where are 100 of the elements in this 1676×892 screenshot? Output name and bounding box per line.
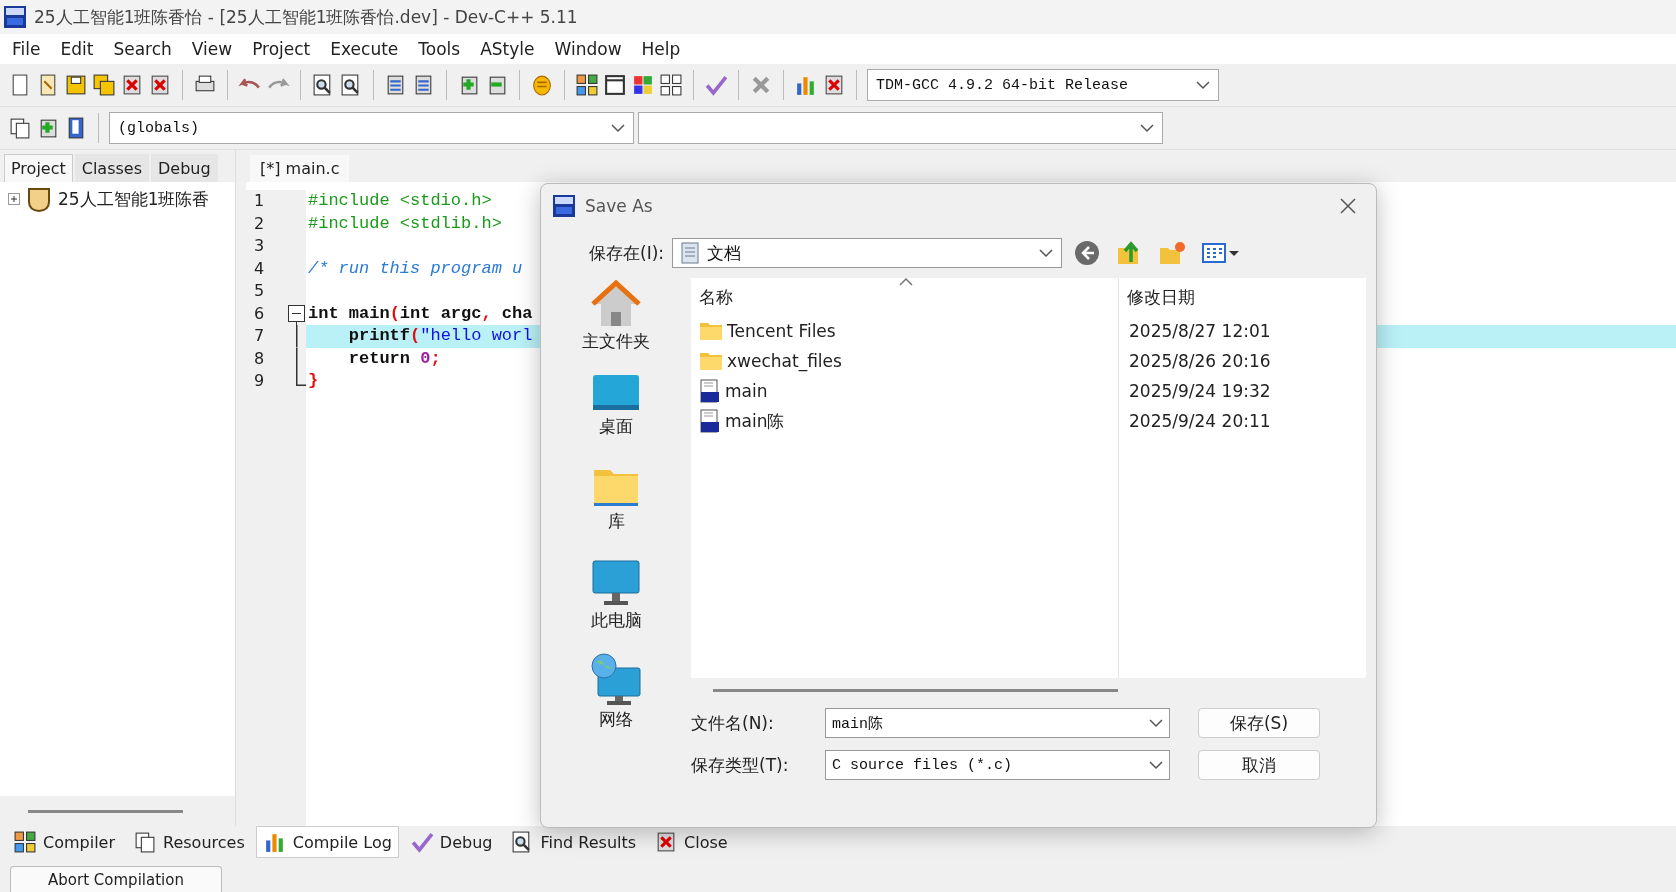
code-line: printf("hello worl — [347, 325, 533, 347]
place-label[interactable]: 库 — [607, 510, 625, 533]
date-cell: 2025/8/27 12:01 — [1118, 316, 1366, 346]
scope-select[interactable]: (globals) — [109, 112, 634, 144]
menu-item[interactable]: Tools — [408, 39, 471, 59]
output-tab[interactable]: Find Results — [503, 826, 644, 858]
dropdown-caret — [1149, 718, 1163, 728]
windows-icon — [133, 830, 157, 854]
save-in-label: 保存在(I): — [589, 241, 664, 265]
file-tab[interactable]: [*] main.c — [250, 155, 350, 182]
color-grid-icon[interactable] — [631, 73, 655, 97]
abort-compilation-button[interactable]: Abort Compilation — [10, 866, 222, 892]
file-name[interactable]: Tencent Files — [727, 321, 836, 341]
code-line: return 0; — [347, 347, 441, 370]
compiler-select[interactable]: TDM-GCC 4.9.2 64-bit Release — [867, 69, 1219, 101]
document-icon — [681, 242, 699, 264]
monitor-icon — [591, 559, 641, 607]
code-line: } — [307, 370, 319, 392]
output-tab[interactable]: Resources — [126, 826, 252, 858]
column-header[interactable]: 名称 — [691, 278, 1118, 316]
file-name[interactable]: xwechat_files — [727, 351, 842, 371]
desktop-icon — [591, 373, 641, 413]
back-icon[interactable] — [1074, 240, 1100, 266]
folder-icon — [699, 321, 723, 341]
code-line: #include <stdio.h> — [307, 190, 492, 212]
menu-item[interactable]: Help — [631, 39, 691, 59]
file-name[interactable]: main — [725, 381, 768, 401]
line-number: 6 — [254, 302, 265, 325]
menu-item[interactable]: File — [2, 39, 51, 59]
network-icon — [590, 652, 642, 706]
date-cell: 2025/9/24 19:32 — [1118, 376, 1366, 406]
panel-tab[interactable]: Debug — [151, 154, 218, 182]
fold-icon[interactable] — [288, 302, 306, 325]
tiles-icon[interactable] — [659, 73, 683, 97]
line-number: 7 — [254, 325, 265, 347]
menu-item[interactable]: AStyle — [470, 39, 545, 59]
expand-icon[interactable] — [8, 193, 20, 205]
dropdown-caret — [1149, 760, 1163, 770]
source-file-icon — [699, 379, 721, 403]
folder-icon — [699, 351, 723, 371]
date-cell: 2025/9/24 20:11 — [1118, 406, 1366, 436]
copy-icon[interactable] — [8, 116, 32, 140]
scrollbar-thumb[interactable] — [713, 688, 1118, 692]
window-icon[interactable] — [603, 73, 627, 97]
code-line: #include <stdlib.h> — [307, 212, 502, 235]
panel-tab[interactable]: Classes — [74, 154, 150, 182]
app-logo-icon — [553, 195, 575, 217]
code-line: int main(int argc, cha — [307, 302, 533, 325]
dropdown-caret-icon — [1196, 80, 1210, 90]
output-tab[interactable]: Debug — [402, 826, 500, 858]
location-select[interactable]: 文档 — [672, 238, 1062, 268]
filename-field[interactable]: main陈 — [825, 708, 1170, 738]
save-icon[interactable] — [64, 73, 88, 97]
line-number: 1 — [254, 190, 265, 212]
menu-item[interactable]: Execute — [320, 39, 409, 59]
code-line: /* run this program u — [307, 257, 523, 280]
project-name[interactable]: 25人工智能1班陈香 — [58, 187, 210, 211]
place-label[interactable]: 此电脑 — [590, 609, 642, 632]
sort-caret-icon[interactable] — [899, 278, 913, 286]
menu-item[interactable]: Project — [242, 39, 321, 59]
line-number: 4 — [254, 257, 265, 280]
file-name[interactable]: main陈 — [725, 409, 785, 433]
save-all-icon[interactable] — [92, 73, 116, 97]
output-tab[interactable]: Close — [647, 826, 735, 858]
filename-label: 文件名(N): — [691, 711, 775, 735]
project-icon — [26, 186, 52, 212]
place-label[interactable]: 桌面 — [599, 415, 633, 438]
output-tab[interactable]: Compiler — [6, 826, 122, 858]
menu-item[interactable]: View — [181, 39, 243, 59]
close-icon[interactable] — [1339, 197, 1357, 215]
check-icon[interactable] — [704, 73, 728, 97]
scrollbar-thumb[interactable] — [28, 809, 183, 813]
place-label[interactable]: 主文件夹 — [582, 330, 650, 353]
menu-item[interactable]: Window — [544, 39, 632, 59]
date-cell: 2025/8/26 20:16 — [1118, 346, 1366, 376]
column-header[interactable]: 修改日期 — [1118, 278, 1366, 316]
menu-item[interactable]: Edit — [50, 39, 104, 59]
line-number: 9 — [254, 370, 265, 392]
file-type-label: 保存类型(T): — [691, 753, 790, 777]
home-icon — [591, 280, 641, 328]
line-number: 2 — [254, 212, 265, 235]
panel-tab[interactable]: Project — [4, 154, 73, 182]
dialog-title: Save As — [585, 196, 654, 216]
dropdown-caret-icon — [611, 123, 625, 133]
save-button[interactable]: 保存(S) — [1198, 708, 1320, 738]
line-number: 5 — [254, 280, 265, 302]
view-menu-icon[interactable] — [1202, 241, 1240, 265]
app-logo-icon — [4, 6, 26, 28]
new-folder-icon[interactable] — [1158, 240, 1186, 266]
file-type-select[interactable]: C source files (*.c) — [825, 750, 1170, 780]
dropdown-caret-icon — [1140, 123, 1154, 133]
window-title: 25人工智能1班陈香怡 - [25人工智能1班陈香怡.dev] - Dev-C++ 5.11 — [34, 5, 578, 29]
dropdown-caret — [1039, 248, 1053, 258]
check-icon — [409, 830, 434, 854]
place-label[interactable]: 网络 — [599, 708, 633, 731]
menu-item[interactable]: Search — [103, 39, 182, 59]
line-number: 8 — [254, 347, 265, 370]
output-tab[interactable]: Compile Log — [255, 826, 399, 858]
cancel-button[interactable]: 取消 — [1198, 750, 1320, 780]
grid-icon[interactable] — [575, 73, 599, 97]
